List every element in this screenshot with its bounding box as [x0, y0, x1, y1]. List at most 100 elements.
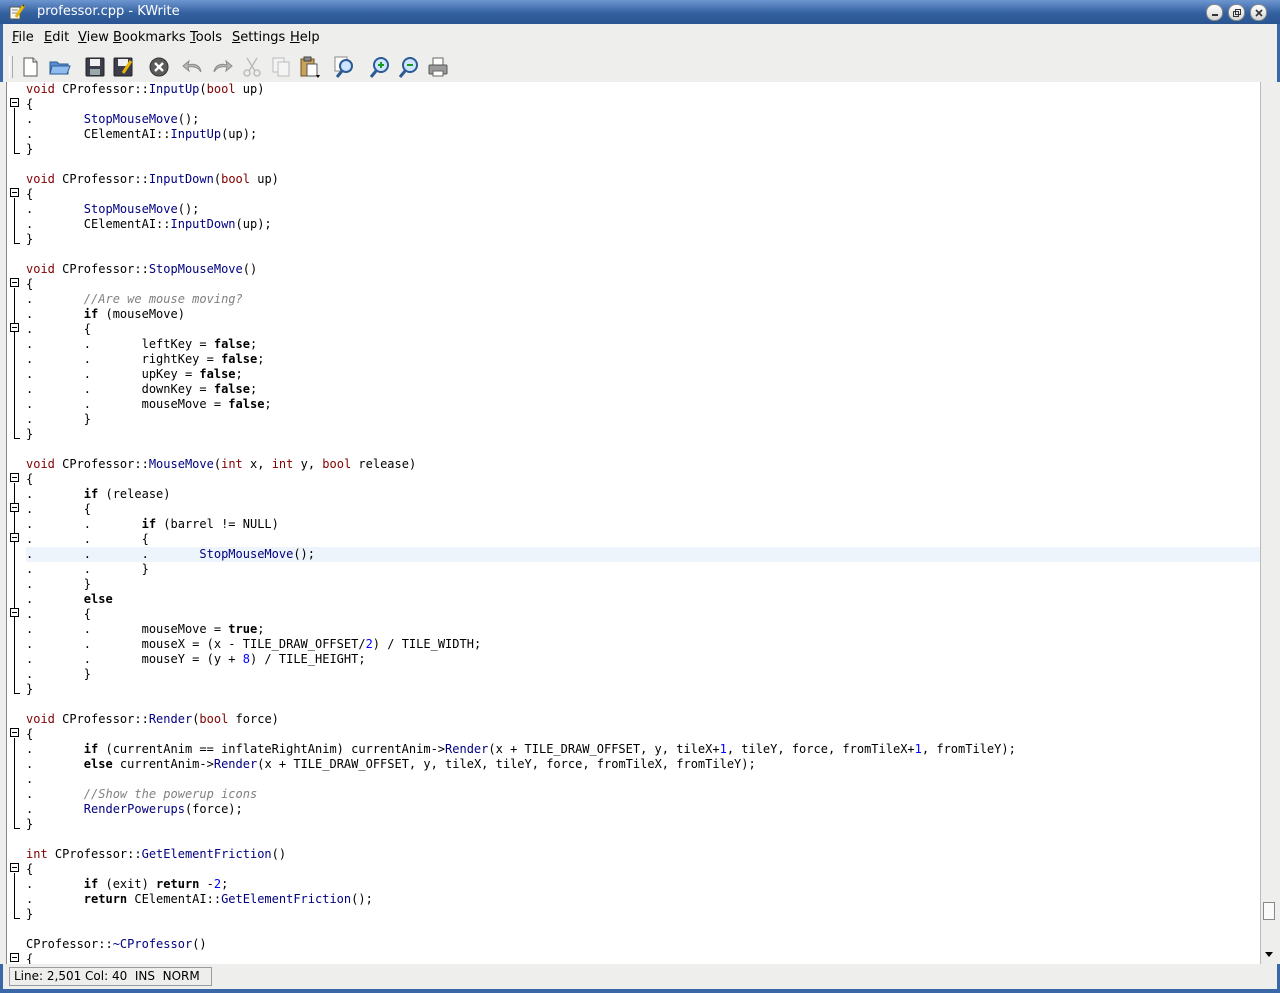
toolbar-handle[interactable] — [9, 56, 13, 78]
code-line[interactable]: . } — [26, 412, 1260, 427]
kwrite-app-icon[interactable] — [8, 3, 26, 21]
menu-edit[interactable]: Edit — [44, 30, 69, 45]
window-bottom-border[interactable] — [0, 989, 1280, 993]
code-line[interactable]: . if (mouseMove) — [26, 307, 1260, 322]
close-window-button[interactable] — [1250, 4, 1267, 21]
code-line[interactable]: CProfessor::~CProfessor() — [26, 937, 1260, 952]
fold-toggle[interactable] — [10, 503, 19, 512]
code-line[interactable]: . . { — [26, 532, 1260, 547]
code-line[interactable]: { — [26, 952, 1260, 964]
fold-toggle[interactable] — [10, 98, 19, 107]
code-line[interactable]: . — [26, 772, 1260, 787]
code-line[interactable]: { — [26, 727, 1260, 742]
code-line[interactable]: void CProfessor::Render(bool force) — [26, 712, 1260, 727]
cut-button[interactable] — [240, 55, 264, 79]
code-line[interactable]: void CProfessor::InputDown(bool up) — [26, 172, 1260, 187]
scroll-down-button[interactable] — [1264, 948, 1274, 958]
code-line[interactable]: { — [26, 97, 1260, 112]
code-line[interactable]: . . mouseX = (x - TILE_DRAW_OFFSET/2) / … — [26, 637, 1260, 652]
code-line[interactable]: { — [26, 472, 1260, 487]
code-line[interactable]: . } — [26, 667, 1260, 682]
new-document-button[interactable] — [18, 55, 42, 79]
menu-settings[interactable]: Settings — [232, 30, 285, 45]
code-line[interactable]: } — [26, 427, 1260, 442]
fold-toggle[interactable] — [10, 608, 19, 617]
code-line[interactable]: } — [26, 142, 1260, 157]
save-as-button[interactable] — [111, 55, 135, 79]
code-line[interactable] — [26, 697, 1260, 712]
open-button[interactable] — [48, 55, 72, 79]
code-line[interactable]: . . mouseY = (y + 8) / TILE_HEIGHT; — [26, 652, 1260, 667]
code-line[interactable]: . CElementAI::InputUp(up); — [26, 127, 1260, 142]
code-line[interactable]: . if (currentAnim == inflateRightAnim) c… — [26, 742, 1260, 757]
minimize-button[interactable] — [1206, 4, 1223, 21]
maximize-button[interactable] — [1228, 4, 1245, 21]
code-line[interactable]: void CProfessor::MouseMove(int x, int y,… — [26, 457, 1260, 472]
code-line[interactable]: . { — [26, 322, 1260, 337]
zoom-in-button[interactable] — [368, 55, 392, 79]
menu-view[interactable]: View — [78, 30, 109, 45]
code-line[interactable]: } — [26, 682, 1260, 697]
text-editor[interactable]: void CProfessor::InputUp(bool up){. Stop… — [6, 82, 1260, 964]
scrollbar-thumb[interactable] — [1263, 902, 1275, 920]
close-document-button[interactable] — [147, 55, 171, 79]
code-line[interactable]: . { — [26, 607, 1260, 622]
fold-toggle[interactable] — [10, 188, 19, 197]
code-line[interactable]: . { — [26, 502, 1260, 517]
code-line[interactable]: } — [26, 232, 1260, 247]
save-button[interactable] — [83, 55, 107, 79]
fold-toggle[interactable] — [10, 953, 19, 962]
code-line[interactable] — [26, 832, 1260, 847]
code-line[interactable]: . . } — [26, 562, 1260, 577]
code-line[interactable]: . . leftKey = false; — [26, 337, 1260, 352]
code-line[interactable]: void CProfessor::StopMouseMove() — [26, 262, 1260, 277]
vertical-scrollbar[interactable] — [1260, 82, 1277, 964]
code-line[interactable]: . if (exit) return -2; — [26, 877, 1260, 892]
code-line[interactable]: } — [26, 907, 1260, 922]
code-line[interactable]: . return CElementAI::GetElementFriction(… — [26, 892, 1260, 907]
code-line[interactable]: . . downKey = false; — [26, 382, 1260, 397]
code-line[interactable]: { — [26, 187, 1260, 202]
fold-toggle[interactable] — [10, 863, 19, 872]
print-button[interactable] — [426, 55, 450, 79]
fold-toggle[interactable] — [10, 533, 19, 542]
code-line[interactable]: . . mouseMove = true; — [26, 622, 1260, 637]
code-line[interactable]: . . if (barrel != NULL) — [26, 517, 1260, 532]
code-line[interactable]: . RenderPowerups(force); — [26, 802, 1260, 817]
code-line[interactable]: . //Show the powerup icons — [26, 787, 1260, 802]
code-line[interactable]: void CProfessor::InputUp(bool up) — [26, 82, 1260, 97]
fold-toggle[interactable] — [10, 278, 19, 287]
code-line[interactable]: . else — [26, 592, 1260, 607]
menu-help[interactable]: Help — [290, 30, 320, 45]
menu-file[interactable]: File — [12, 30, 34, 45]
code-line[interactable]: { — [26, 862, 1260, 877]
menu-bookmarks[interactable]: Bookmarks — [113, 30, 186, 45]
copy-button[interactable] — [269, 55, 293, 79]
code-line[interactable]: . } — [26, 577, 1260, 592]
code-line[interactable]: } — [26, 817, 1260, 832]
code-line[interactable]: { — [26, 277, 1260, 292]
fold-toggle[interactable] — [10, 473, 19, 482]
code-line[interactable]: . else currentAnim->Render(x + TILE_DRAW… — [26, 757, 1260, 772]
code-line[interactable]: . if (release) — [26, 487, 1260, 502]
code-line[interactable]: int CProfessor::GetElementFriction() — [26, 847, 1260, 862]
code-line[interactable]: . CElementAI::InputDown(up); — [26, 217, 1260, 232]
code-line[interactable]: . . mouseMove = false; — [26, 397, 1260, 412]
menu-tools[interactable]: Tools — [190, 30, 222, 45]
fold-toggle[interactable] — [10, 728, 19, 737]
code-line[interactable]: . . . StopMouseMove(); — [26, 547, 1260, 562]
code-line[interactable]: . StopMouseMove(); — [26, 202, 1260, 217]
undo-button[interactable] — [181, 55, 205, 79]
code-line[interactable] — [26, 157, 1260, 172]
find-button[interactable] — [333, 55, 357, 79]
fold-toggle[interactable] — [10, 323, 19, 332]
title-bar[interactable]: professor.cpp - KWrite — [0, 0, 1280, 24]
code-line[interactable]: . StopMouseMove(); — [26, 112, 1260, 127]
code-line[interactable]: . //Are we mouse moving? — [26, 292, 1260, 307]
code-line[interactable]: . . rightKey = false; — [26, 352, 1260, 367]
paste-button[interactable] — [298, 55, 322, 79]
code-line[interactable] — [26, 247, 1260, 262]
code-line[interactable] — [26, 922, 1260, 937]
code-line[interactable] — [26, 442, 1260, 457]
zoom-out-button[interactable] — [397, 55, 421, 79]
